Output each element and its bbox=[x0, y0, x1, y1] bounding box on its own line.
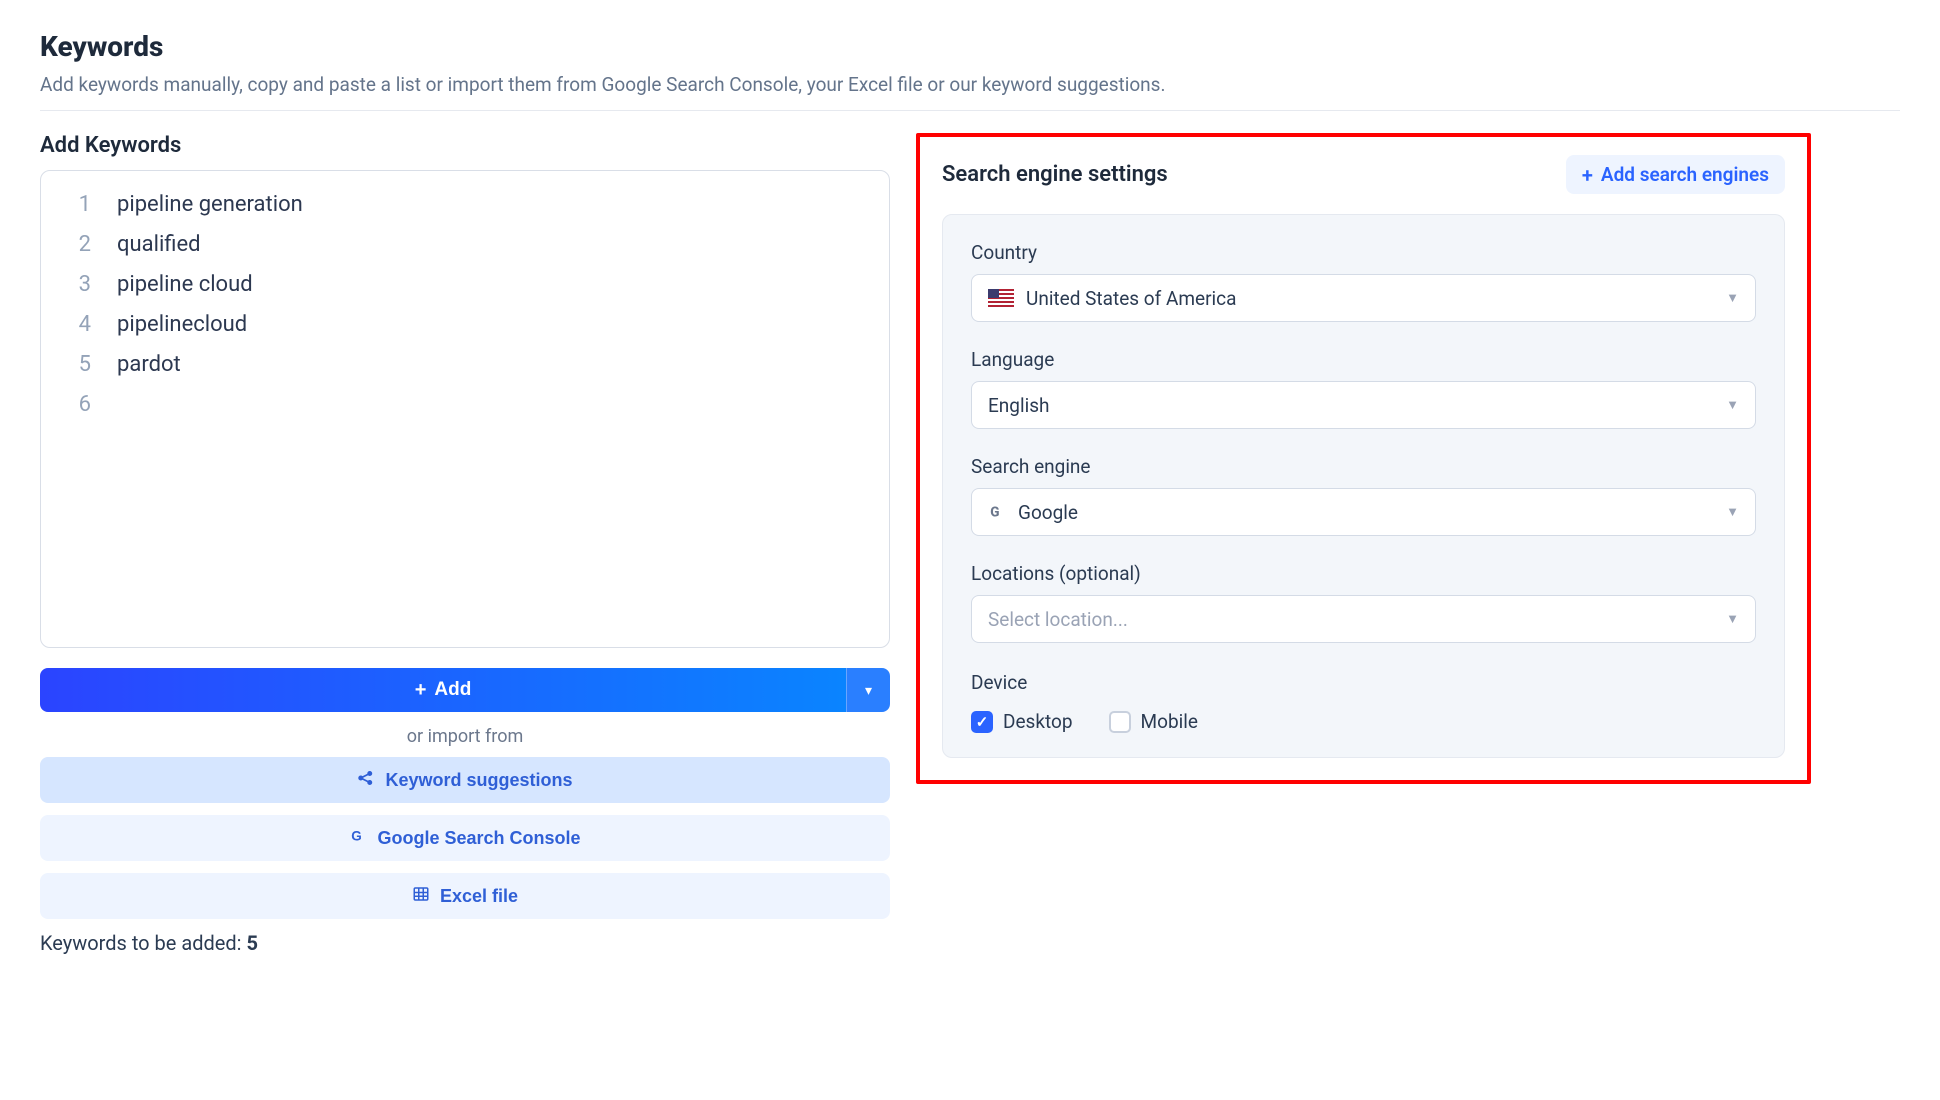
search-engine-settings-title: Search engine settings bbox=[942, 162, 1168, 187]
google-icon: G bbox=[349, 827, 367, 850]
chevron-down-icon: ▼ bbox=[1726, 290, 1739, 306]
keywords-input-box[interactable]: 1 pipeline generation 2 qualified 3 pipe… bbox=[40, 170, 890, 648]
page-header: Keywords Add keywords manually, copy and… bbox=[40, 30, 1900, 111]
keyword-row: 1 pipeline generation bbox=[61, 185, 869, 225]
google-icon: G bbox=[988, 503, 1006, 521]
import-separator-text: or import from bbox=[40, 726, 890, 747]
language-value: English bbox=[988, 394, 1049, 417]
search-engine-select[interactable]: G Google ▼ bbox=[971, 488, 1756, 536]
add-keywords-title: Add Keywords bbox=[40, 133, 890, 158]
country-label: Country bbox=[971, 241, 1756, 264]
search-engine-value: Google bbox=[1018, 501, 1078, 524]
chevron-down-icon: ▼ bbox=[1726, 397, 1739, 413]
keyword-text[interactable]: pipeline generation bbox=[117, 185, 303, 225]
device-mobile-checkbox[interactable]: Mobile bbox=[1109, 710, 1198, 733]
share-icon bbox=[357, 769, 375, 792]
svg-text:G: G bbox=[352, 828, 363, 843]
add-search-engines-label: Add search engines bbox=[1601, 163, 1769, 186]
us-flag-icon bbox=[988, 289, 1014, 307]
device-label: Device bbox=[971, 671, 1756, 694]
excel-file-label: Excel file bbox=[440, 886, 518, 907]
page-title: Keywords bbox=[40, 30, 1900, 63]
keyword-line-number: 3 bbox=[61, 265, 91, 305]
plus-icon: + bbox=[1582, 165, 1593, 185]
locations-select[interactable]: Select location... ▼ bbox=[971, 595, 1756, 643]
add-keywords-column: Add Keywords 1 pipeline generation 2 qua… bbox=[40, 133, 890, 955]
keywords-count-label: Keywords to be added: bbox=[40, 931, 242, 955]
keyword-row: 4 pipelinecloud bbox=[61, 305, 869, 345]
page-subtitle: Add keywords manually, copy and paste a … bbox=[40, 73, 1900, 96]
keyword-text[interactable]: pipelinecloud bbox=[117, 305, 247, 345]
keyword-suggestions-label: Keyword suggestions bbox=[385, 770, 572, 791]
locations-placeholder: Select location... bbox=[988, 608, 1128, 631]
language-select[interactable]: English ▼ bbox=[971, 381, 1756, 429]
search-engine-settings-body: Country United Stat bbox=[942, 214, 1785, 758]
keywords-count: Keywords to be added: 5 bbox=[40, 931, 890, 955]
keyword-row: 5 pardot bbox=[61, 345, 869, 385]
search-engine-label: Search engine bbox=[971, 455, 1756, 478]
language-label: Language bbox=[971, 348, 1756, 371]
keywords-count-value: 5 bbox=[246, 931, 257, 955]
add-button[interactable]: + Add bbox=[40, 668, 846, 712]
add-button-label: Add bbox=[434, 679, 471, 701]
keyword-row: 6 bbox=[61, 385, 869, 425]
keyword-line-number: 6 bbox=[61, 385, 91, 425]
chevron-down-icon: ▼ bbox=[1726, 504, 1739, 520]
search-engine-settings-panel: Search engine settings + Add search engi… bbox=[916, 133, 1811, 784]
keyword-text[interactable]: qualified bbox=[117, 225, 201, 265]
keyword-line-number: 2 bbox=[61, 225, 91, 265]
chevron-down-icon: ▾ bbox=[865, 682, 872, 699]
keyword-text[interactable]: pipeline cloud bbox=[117, 265, 253, 305]
google-search-console-button[interactable]: G Google Search Console bbox=[40, 815, 890, 861]
google-search-console-label: Google Search Console bbox=[377, 828, 580, 849]
plus-icon: + bbox=[415, 680, 427, 700]
keyword-suggestions-button[interactable]: Keyword suggestions bbox=[40, 757, 890, 803]
locations-label: Locations (optional) bbox=[971, 562, 1756, 585]
device-desktop-label: Desktop bbox=[1003, 710, 1073, 733]
add-button-dropdown[interactable]: ▾ bbox=[846, 668, 890, 712]
svg-text:G: G bbox=[990, 505, 999, 521]
excel-icon bbox=[412, 885, 430, 908]
country-value: United States of America bbox=[1026, 287, 1236, 310]
checkbox-unchecked-icon bbox=[1109, 711, 1131, 733]
checkbox-checked-icon: ✓ bbox=[971, 711, 993, 733]
keyword-line-number: 4 bbox=[61, 305, 91, 345]
device-desktop-checkbox[interactable]: ✓ Desktop bbox=[971, 710, 1073, 733]
excel-file-button[interactable]: Excel file bbox=[40, 873, 890, 919]
chevron-down-icon: ▼ bbox=[1726, 611, 1739, 627]
keyword-text[interactable]: pardot bbox=[117, 345, 181, 385]
device-mobile-label: Mobile bbox=[1141, 710, 1198, 733]
add-search-engines-button[interactable]: + Add search engines bbox=[1566, 155, 1785, 194]
keyword-row: 2 qualified bbox=[61, 225, 869, 265]
country-select[interactable]: United States of America ▼ bbox=[971, 274, 1756, 322]
keyword-row: 3 pipeline cloud bbox=[61, 265, 869, 305]
keyword-line-number: 5 bbox=[61, 345, 91, 385]
keyword-line-number: 1 bbox=[61, 185, 91, 225]
